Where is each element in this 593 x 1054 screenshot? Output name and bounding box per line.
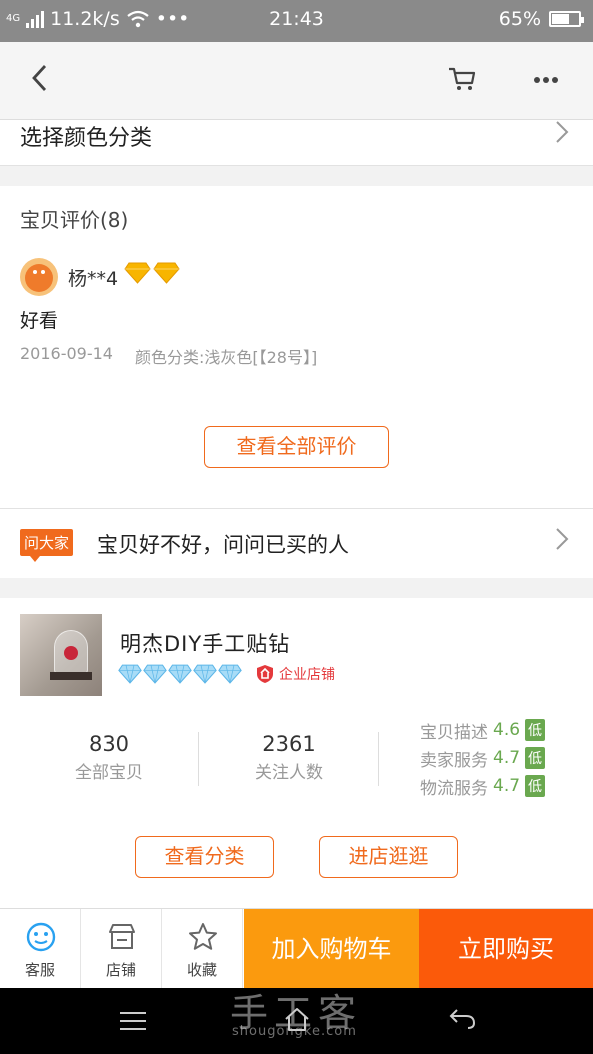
review-meta: 2016-09-14 颜色分类:浅灰色[【28号】]	[20, 344, 317, 368]
store-icon	[109, 924, 135, 949]
rating-logistics: 物流服务 4.7 低	[420, 772, 546, 800]
divider	[378, 732, 379, 786]
review-content: 好看	[20, 310, 59, 332]
chevron-right-icon	[555, 120, 569, 151]
rating-score: 4.7	[493, 776, 521, 796]
shop-name[interactable]: 明杰DIY手工贴钻	[120, 628, 290, 658]
ask-text: 宝贝好不好，问问已买的人	[97, 533, 349, 557]
blue-diamond-icon	[193, 664, 217, 684]
blue-diamond-icon	[143, 664, 167, 684]
ask-tag: 问大家	[20, 529, 74, 562]
rating-label: 物流服务	[420, 778, 488, 799]
battery-icon	[549, 11, 584, 27]
favorite-button[interactable]: 收藏	[162, 909, 243, 989]
blue-diamond-icon	[168, 664, 192, 684]
status-bar: 4G 11.2k/s ••• 21:43 65%	[0, 0, 593, 42]
buy-now-button[interactable]: 立即购买	[419, 909, 593, 989]
view-categories-button[interactable]: 查看分类	[135, 836, 274, 878]
reviews-title: 宝贝评价(8)	[20, 208, 129, 232]
shop-level	[118, 664, 242, 684]
battery-percent: 65%	[498, 8, 541, 30]
review-sku: 颜色分类:浅灰色[【28号】]	[134, 348, 318, 367]
rating-label: 卖家服务	[420, 750, 488, 771]
shop-ratings: 宝贝描述 4.6 低 卖家服务 4.7 低 物流服务 4.7 低	[420, 716, 546, 800]
gold-diamond-icon	[124, 262, 151, 284]
service-icon	[26, 922, 56, 952]
divider	[198, 732, 199, 786]
reviewer-name: 杨**4	[68, 268, 119, 290]
stat-followers[interactable]: 2361 关注人数	[240, 732, 338, 783]
store-button[interactable]: 店铺	[81, 909, 162, 989]
rating-level-badge: 低	[525, 747, 546, 769]
rating-label: 宝贝描述	[420, 722, 488, 743]
star-icon	[189, 923, 217, 950]
rating-score: 4.7	[493, 748, 521, 768]
rating-score: 4.6	[493, 720, 521, 740]
rating-description: 宝贝描述 4.6 低	[420, 716, 546, 744]
shop-logo[interactable]	[20, 614, 102, 696]
ask-buyers-row[interactable]: 问大家 宝贝好不好，问问已买的人	[0, 508, 593, 578]
reviewer-level	[124, 262, 180, 284]
watermark-url: shougongke.com	[232, 1024, 357, 1039]
enter-shop-button[interactable]: 进店逛逛	[319, 836, 458, 878]
reviews-section: 宝贝评价(8) 杨**4 好看 2016-09-14 颜色分类:浅灰色[【28号…	[0, 186, 593, 508]
cart-icon[interactable]	[448, 66, 476, 96]
add-to-cart-button[interactable]: 加入购物车	[244, 909, 419, 989]
stat-all-items[interactable]: 830 全部宝贝	[60, 732, 158, 783]
back-arrow-icon[interactable]	[448, 1008, 476, 1030]
menu-icon[interactable]	[120, 1012, 146, 1036]
enterprise-store-badge: 企业店铺	[256, 664, 335, 684]
reviewer-avatar	[20, 258, 58, 296]
stat-label: 全部宝贝	[75, 763, 143, 783]
more-icon[interactable]	[533, 62, 559, 92]
stat-value: 830	[88, 732, 130, 756]
enterprise-shield-icon	[257, 665, 273, 683]
back-icon[interactable]	[30, 64, 48, 100]
bottom-action-bar: 客服 店铺 收藏 加入购物车 立即购买	[0, 908, 593, 989]
store-label: 店铺	[105, 961, 136, 979]
gold-diamond-icon	[153, 262, 180, 284]
rating-level-badge: 低	[525, 775, 546, 797]
enterprise-label: 企业店铺	[279, 667, 335, 683]
select-color-row[interactable]: 选择颜色分类	[0, 120, 593, 166]
rating-level-badge: 低	[525, 719, 546, 741]
shop-section: 明杰DIY手工贴钻 企业店铺 830 全部宝贝 2361 关注人数 宝贝描述 4…	[0, 598, 593, 908]
stat-value: 2361	[262, 732, 316, 756]
blue-diamond-icon	[118, 664, 142, 684]
select-color-label: 选择颜色分类	[20, 126, 153, 151]
chevron-right-icon	[555, 527, 569, 558]
customer-service-button[interactable]: 客服	[0, 909, 81, 989]
review-date: 2016-09-14	[20, 344, 113, 363]
favorite-label: 收藏	[186, 961, 217, 979]
stat-label: 关注人数	[255, 763, 323, 783]
service-label: 客服	[24, 961, 55, 979]
blue-diamond-icon	[218, 664, 242, 684]
view-all-reviews-button[interactable]: 查看全部评价	[204, 426, 389, 468]
top-nav-bar	[0, 42, 593, 120]
rating-service: 卖家服务 4.7 低	[420, 744, 546, 772]
